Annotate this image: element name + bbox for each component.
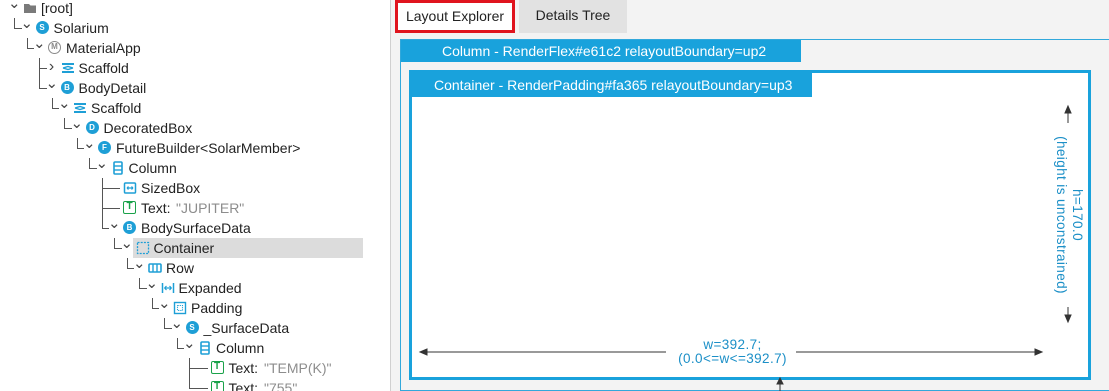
height-value: h=170.0: [1070, 189, 1085, 241]
chevron-down-icon[interactable]: ⌄: [121, 234, 134, 254]
width-constraint-label: w=392.7; (0.0<=w<=392.7): [670, 338, 795, 366]
tree-item[interactable]: ⌄ B BodySurfaceData: [0, 215, 390, 238]
column-icon: [112, 161, 123, 175]
tree-item[interactable]: ⌄ Column: [0, 155, 390, 178]
widget-tree-panel: ⌄ [root] ⌄ S Solarium ⌄ M MaterialApp › Scaffold ⌄…: [0, 0, 390, 391]
row-icon: [148, 263, 162, 273]
height-constraint-label: h=170.0 (height is unconstrained): [1051, 123, 1085, 307]
tree-item-label: BodySurfaceData: [141, 220, 251, 236]
height-constraint: (height is unconstrained): [1054, 136, 1069, 294]
dimension-arrows: [418, 104, 1072, 391]
tree-item-label: Text:: [141, 200, 171, 216]
tree-item[interactable]: ⌄ Row: [0, 255, 390, 278]
tree-item-label: FutureBuilder<SolarMember>: [116, 140, 301, 156]
stateful-widget-icon: B: [60, 81, 74, 94]
layout-panel: Layout Explorer Details Tree Column - Re…: [391, 0, 1109, 391]
width-arrow-right-head: [1034, 348, 1044, 356]
future-builder-icon: F: [98, 141, 111, 154]
scaffold-icon: [74, 103, 86, 113]
chevron-down-icon[interactable]: ⌄: [96, 154, 109, 174]
tree-item[interactable]: ⌄ Scaffold: [0, 95, 390, 118]
tree-item[interactable]: ⌄ Padding: [0, 295, 390, 318]
stateful-widget-icon: B: [123, 221, 136, 234]
chevron-down-icon[interactable]: ⌄: [133, 254, 146, 274]
tree-item-label: Scaffold: [91, 100, 142, 116]
tree-item[interactable]: › Scaffold: [0, 58, 390, 78]
tree-item-value: "755": [264, 380, 298, 391]
tree-item[interactable]: ⌄ F FutureBuilder<SolarMember>: [0, 135, 390, 158]
tree-item[interactable]: SizedBox: [0, 178, 390, 198]
chevron-down-icon[interactable]: ⌄: [58, 94, 71, 114]
column-icon: [200, 341, 210, 355]
tree-item-label: Scaffold: [78, 60, 129, 76]
tree-item-label: Column: [216, 340, 265, 356]
scaffold-icon: [61, 63, 74, 73]
tree-item-value: "JUPITER": [176, 200, 245, 216]
chevron-down-icon[interactable]: ⌄: [146, 274, 159, 294]
width-arrow-left-head: [418, 348, 428, 356]
tree-item-label: Text:: [228, 380, 259, 391]
text-icon: T: [210, 381, 224, 391]
chevron-down-icon[interactable]: ⌄: [83, 134, 96, 154]
chevron-down-icon[interactable]: ⌄: [21, 14, 34, 34]
width-value: w=392.7;: [703, 337, 762, 352]
width-constraint: (0.0<=w<=392.7): [678, 351, 787, 366]
tree-item-label: _SurfaceData: [203, 320, 290, 336]
tree-item[interactable]: T Text: "TEMP(K)": [0, 358, 390, 378]
tree-item[interactable]: ⌄ [root]: [0, 0, 390, 18]
tree-item-label: BodyDetail: [78, 80, 147, 96]
tree-guide-line: [114, 238, 115, 248]
tree-item-label: SizedBox: [141, 180, 201, 196]
tree-item[interactable]: ⌄ Container: [121, 235, 363, 258]
text-icon: T: [210, 361, 224, 374]
text-icon: T: [123, 201, 136, 214]
height-arrow-bottom-head: [1064, 314, 1072, 324]
tree-item-label: DecoratedBox: [103, 120, 193, 136]
tree-item-value: "TEMP(K)": [264, 360, 332, 376]
tree-item-label: Solarium: [53, 20, 109, 36]
tree-item[interactable]: ⌄ D DecoratedBox: [0, 115, 390, 138]
child-arrow-head: [776, 376, 784, 385]
stateless-widget-icon: S: [35, 21, 49, 34]
chevron-down-icon[interactable]: ⌄: [171, 314, 184, 334]
tree-item[interactable]: T Text: "JUPITER": [0, 198, 390, 218]
tree-item[interactable]: ⌄ M MaterialApp: [0, 35, 390, 58]
chevron-down-icon[interactable]: ⌄: [158, 294, 171, 314]
material-app-icon: M: [48, 41, 61, 54]
expanded-icon: [161, 283, 174, 293]
stateless-widget-icon: S: [185, 321, 199, 334]
chevron-down-icon[interactable]: ⌄: [71, 114, 84, 134]
container-icon: [136, 241, 149, 255]
tree-item-label: Column: [128, 160, 177, 176]
padding-icon: [173, 301, 187, 315]
tree-item[interactable]: ⌄ Column: [0, 335, 390, 358]
tree-item[interactable]: ⌄ Expanded: [0, 275, 390, 298]
tree-item-label: Expanded: [178, 280, 242, 296]
tree-item-label: [root]: [41, 0, 73, 16]
folder-icon: [24, 4, 36, 13]
height-arrow-top-head: [1064, 104, 1072, 114]
chevron-down-icon[interactable]: ⌄: [183, 334, 196, 354]
chevron-down-icon[interactable]: ⌄: [46, 74, 59, 94]
tree-item-label: Padding: [191, 300, 243, 316]
chevron-down-icon[interactable]: ⌄: [8, 0, 21, 14]
tree-item[interactable]: ⌄ S Solarium: [0, 15, 390, 38]
tree-item-label: Row: [166, 260, 195, 276]
chevron-down-icon[interactable]: ⌄: [108, 214, 121, 234]
chevron-down-icon[interactable]: ⌄: [33, 34, 46, 54]
sized-box-icon: [123, 182, 137, 194]
tree-item-label: Container: [153, 240, 215, 256]
tree-item[interactable]: T Text: "755": [0, 378, 390, 391]
decorated-box-icon: D: [85, 121, 99, 134]
tree-item-label: MaterialApp: [66, 40, 141, 56]
tree-item-label: Text:: [228, 360, 259, 376]
